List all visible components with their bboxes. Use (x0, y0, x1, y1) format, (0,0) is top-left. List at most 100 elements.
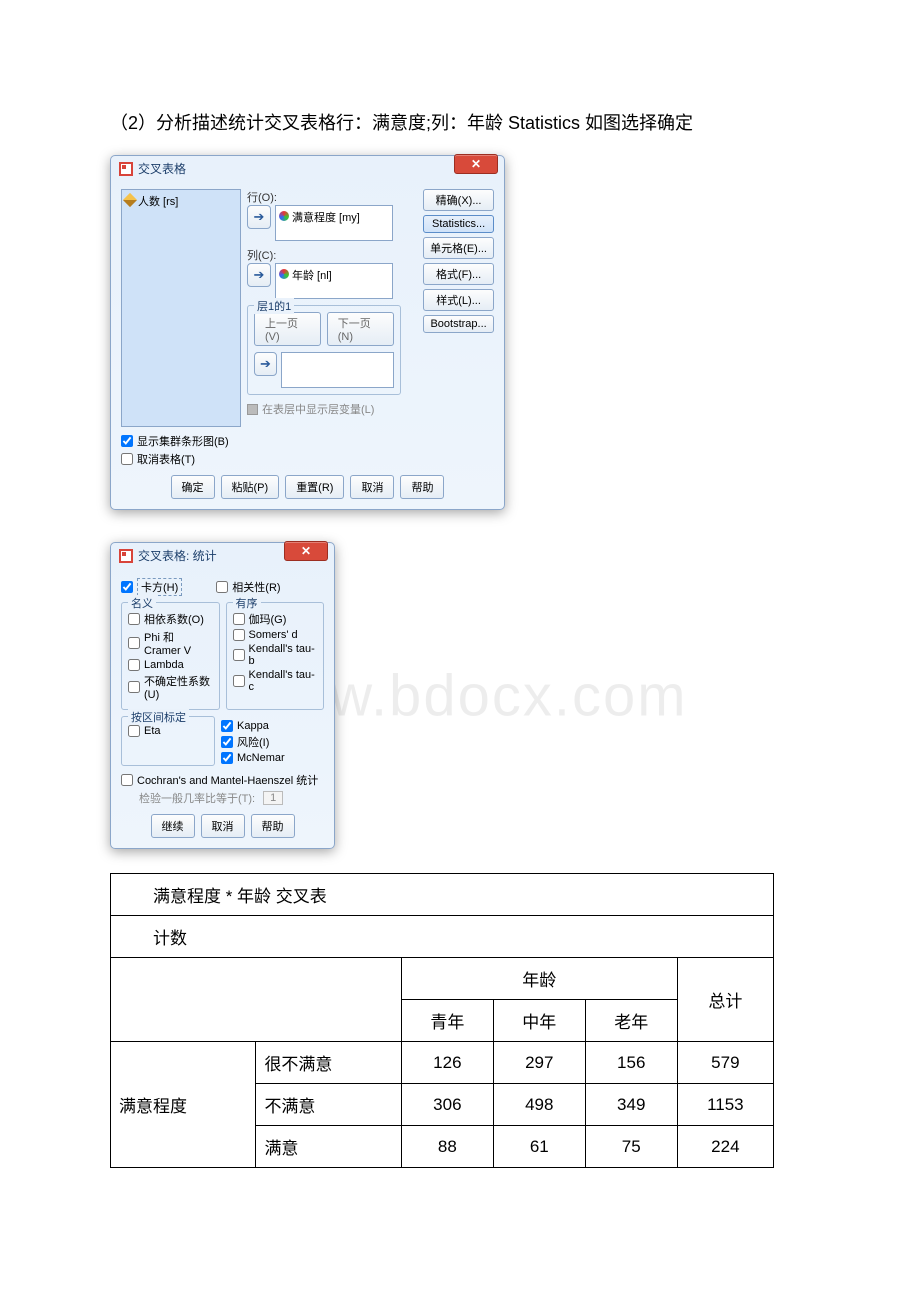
cell-2-2: 75 (585, 1126, 677, 1168)
correlations-check[interactable]: 相关性(R) (216, 578, 280, 596)
cell-1-1: 498 (493, 1084, 585, 1126)
close-icon[interactable]: ✕ (284, 541, 328, 561)
cell-0-1: 297 (493, 1042, 585, 1084)
cell-2-1: 61 (493, 1126, 585, 1168)
cells-button[interactable]: 单元格(E)... (423, 237, 494, 259)
crosstab-result: 满意程度 * 年龄 交叉表 计数 年龄 总计 青年 中年 老年 满意程度 很不满… (110, 873, 820, 1168)
scale-icon (123, 193, 137, 207)
dialog2-title: 交叉表格: 统计 (138, 547, 217, 564)
kendall-b-checkbox[interactable] (233, 649, 245, 661)
somers-d-check[interactable]: Somers' d (233, 629, 318, 641)
source-var-list[interactable]: 人数 [rs] (121, 189, 241, 427)
help-button-2[interactable]: 帮助 (251, 814, 295, 838)
ordinal-legend: 有序 (233, 595, 261, 611)
nominal-icon (279, 269, 289, 279)
layer-listbox[interactable] (281, 352, 394, 388)
paste-button[interactable]: 粘贴(P) (221, 475, 280, 499)
phi-cramer-checkbox[interactable] (128, 637, 140, 649)
contingency-check[interactable]: 相依系数(O) (128, 611, 213, 627)
move-to-layer-button[interactable]: ➔ (254, 352, 277, 376)
layer-var-hint: 在表层中显示层变量(L) (262, 401, 374, 417)
chi-label: 卡方(H) (137, 578, 182, 596)
col-old: 老年 (585, 1000, 677, 1042)
layer-next-button[interactable]: 下一页(N) (327, 312, 394, 346)
cell-0-0: 126 (401, 1042, 493, 1084)
cancel-button-2[interactable]: 取消 (201, 814, 245, 838)
help-button[interactable]: 帮助 (400, 475, 444, 499)
phi-cramer-check[interactable]: Phi 和 Cramer V (128, 629, 213, 657)
chi-square-check[interactable]: 卡方(H) (121, 578, 182, 596)
kappa-checkbox[interactable] (221, 720, 233, 732)
statistics-dialog: 交叉表格: 统计 ✕ 卡方(H) 相关性(R) 名义 相依系数(O) Phi 和… (110, 542, 335, 849)
cmh-value-field: 1 (263, 791, 283, 805)
nominal-legend: 名义 (128, 595, 156, 611)
risk-label: 风险(I) (237, 734, 269, 750)
bootstrap-button[interactable]: Bootstrap... (423, 315, 494, 333)
gamma-checkbox[interactable] (233, 613, 245, 625)
layer-legend: 层1的1 (254, 298, 294, 314)
total-header: 总计 (677, 958, 773, 1042)
ordinal-0: 伽玛(G) (249, 611, 287, 627)
uncertainty-checkbox[interactable] (128, 681, 140, 693)
gamma-check[interactable]: 伽玛(G) (233, 611, 318, 627)
app-icon (119, 162, 133, 176)
layer-prev-button[interactable]: 上一页(V) (254, 312, 321, 346)
cmh-check[interactable]: Cochran's and Mantel-Haenszel 统计 (121, 772, 324, 788)
mcnemar-check[interactable]: McNemar (221, 752, 324, 764)
move-to-cols-button[interactable]: ➔ (247, 263, 271, 287)
kendall-tau-c-check[interactable]: Kendall's tau-c (233, 669, 318, 693)
cmh-sub-label: 检验一般几率比等于(T): (139, 790, 255, 806)
ordinal-1: Somers' d (249, 629, 298, 641)
cluster-bar-check[interactable]: 显示集群条形图(B) (121, 433, 494, 449)
style-button[interactable]: 样式(L)... (423, 289, 494, 311)
risk-check[interactable]: 风险(I) (221, 734, 324, 750)
kendall-c-checkbox[interactable] (233, 675, 245, 687)
kappa-check[interactable]: Kappa (221, 720, 324, 732)
cell-2-t: 224 (677, 1126, 773, 1168)
nominal-2: Lambda (144, 659, 184, 671)
cancel-button[interactable]: 取消 (350, 475, 394, 499)
suppress-tables-label: 取消表格(T) (137, 451, 195, 467)
cell-2-0: 88 (401, 1126, 493, 1168)
dialog1-titlebar: 交叉表格 (111, 156, 504, 181)
row-group-label: 满意程度 (111, 1042, 256, 1168)
lambda-check[interactable]: Lambda (128, 659, 213, 671)
mcnemar-checkbox[interactable] (221, 752, 233, 764)
age-header: 年龄 (401, 958, 677, 1000)
kendall-tau-b-check[interactable]: Kendall's tau-b (233, 643, 318, 667)
chi-square-checkbox[interactable] (121, 581, 133, 593)
cmh-label: Cochran's and Mantel-Haenszel 统计 (137, 772, 318, 788)
corr-label: 相关性(R) (232, 579, 280, 595)
suppress-tables-checkbox[interactable] (121, 453, 133, 465)
move-to-rows-button[interactable]: ➔ (247, 205, 271, 229)
statistics-button[interactable]: Statistics... (423, 215, 494, 233)
row-0-label: 很不满意 (256, 1042, 401, 1084)
cols-listbox[interactable]: 年龄 [nl] (275, 263, 393, 299)
cell-1-2: 349 (585, 1084, 677, 1126)
cmh-checkbox[interactable] (121, 774, 133, 786)
interval-legend: 按区间标定 (128, 709, 189, 725)
cluster-bar-checkbox[interactable] (121, 435, 133, 447)
cmh-ratio-row: 检验一般几率比等于(T): 1 (139, 790, 324, 806)
contingency-checkbox[interactable] (128, 613, 140, 625)
close-icon[interactable]: ✕ (454, 154, 498, 174)
ordinal-3: Kendall's tau-c (249, 669, 318, 693)
format-button[interactable]: 格式(F)... (423, 263, 494, 285)
cell-1-0: 306 (401, 1084, 493, 1126)
nominal-3: 不确定性系数(U) (144, 673, 213, 701)
somers-d-checkbox[interactable] (233, 629, 245, 641)
exact-button[interactable]: 精确(X)... (423, 189, 494, 211)
eta-check[interactable]: Eta (128, 725, 208, 737)
ok-button[interactable]: 确定 (171, 475, 215, 499)
suppress-tables-check[interactable]: 取消表格(T) (121, 451, 494, 467)
risk-checkbox[interactable] (221, 736, 233, 748)
correlations-checkbox[interactable] (216, 581, 228, 593)
lambda-checkbox[interactable] (128, 659, 140, 671)
crosstab-table: 满意程度 * 年龄 交叉表 计数 年龄 总计 青年 中年 老年 满意程度 很不满… (110, 873, 774, 1168)
continue-button[interactable]: 继续 (151, 814, 195, 838)
ordinal-fieldset: 有序 伽玛(G) Somers' d Kendall's tau-b Kenda… (226, 602, 325, 710)
rows-listbox[interactable]: 满意程度 [my] (275, 205, 393, 241)
eta-checkbox[interactable] (128, 725, 140, 737)
reset-button[interactable]: 重置(R) (285, 475, 344, 499)
uncertainty-check[interactable]: 不确定性系数(U) (128, 673, 213, 701)
